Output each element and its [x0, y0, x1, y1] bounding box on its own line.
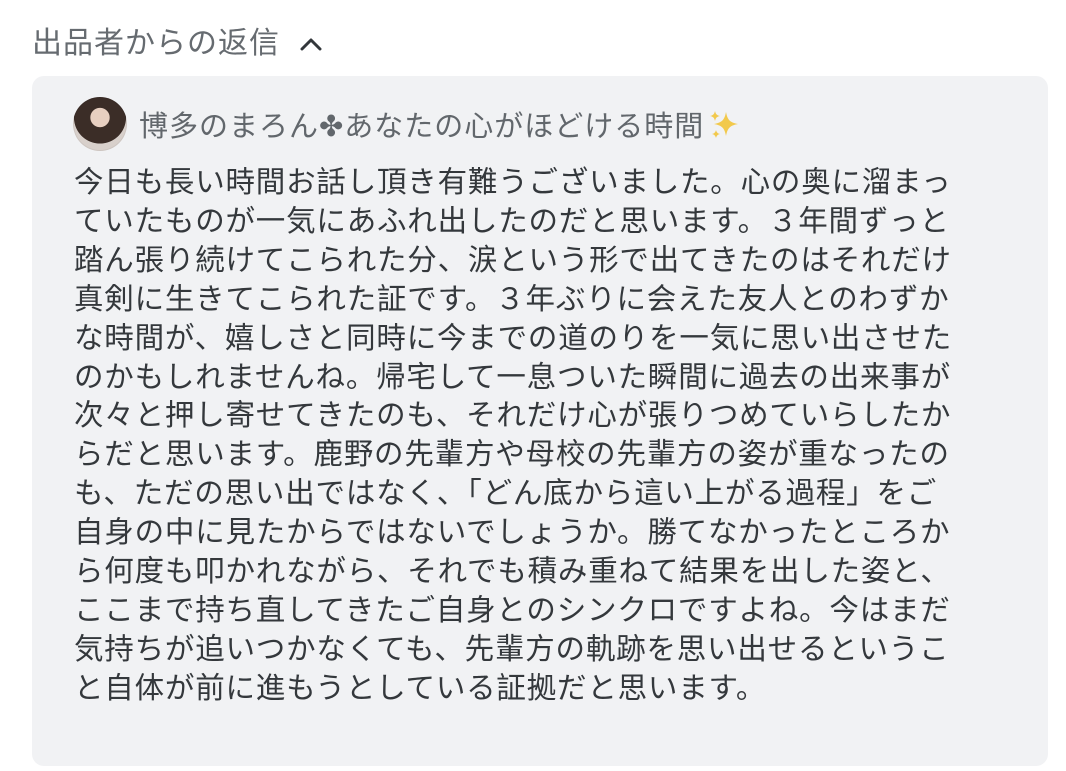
seller-profile-row[interactable]: 博多のまろん✤あなたの心がほどける時間: [73, 96, 740, 152]
avatar[interactable]: [73, 97, 127, 151]
seller-reply-card: 博多のまろん✤あなたの心がほどける時間 今日も長い時間お話し頂き有難うございまし…: [32, 76, 1048, 766]
reply-message-text: 今日も長い時間お話し頂き有難うございました。心の奥に溜まっ ていたものが一気にあ…: [74, 165, 953, 705]
chevron-up-icon[interactable]: [300, 37, 322, 51]
seller-name[interactable]: 博多のまろん✤あなたの心がほどける時間: [139, 103, 740, 145]
seller-reply-section-header[interactable]: 出品者からの返信: [32, 22, 322, 66]
sparkles-icon: [710, 111, 739, 138]
seller-name-text: 博多のまろん✤あなたの心がほどける時間: [139, 109, 705, 143]
section-title: 出品者からの返信: [32, 26, 280, 61]
